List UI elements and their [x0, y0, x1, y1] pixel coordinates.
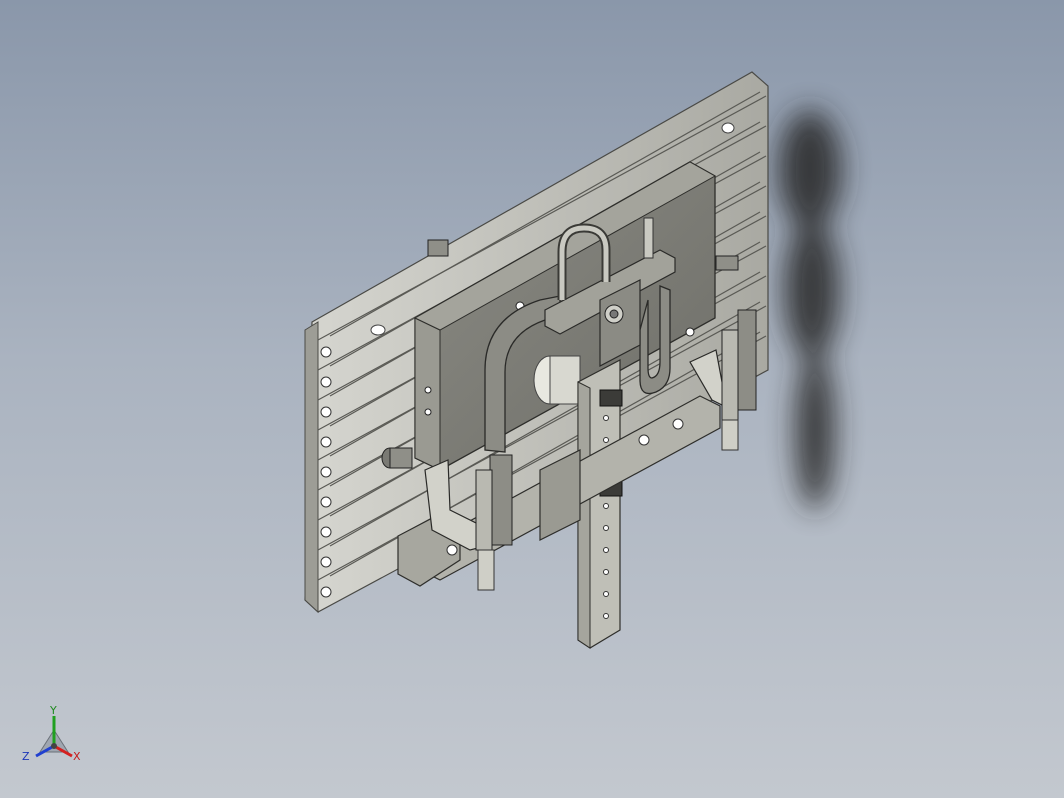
- cad-viewport[interactable]: Y X Z: [0, 0, 1064, 798]
- z-axis-label: Z: [22, 750, 30, 763]
- triad-origin: [51, 743, 57, 749]
- triad-graphic: Y X Z: [22, 704, 81, 763]
- x-axis-label: X: [73, 750, 81, 763]
- model-view[interactable]: [0, 0, 1064, 798]
- axis-triad[interactable]: Y X Z: [18, 700, 88, 770]
- vertical-rail[interactable]: [577, 359, 623, 649]
- center-cylinder[interactable]: [533, 355, 581, 405]
- ground-shadow: [778, 110, 842, 510]
- y-axis-label: Y: [49, 704, 57, 717]
